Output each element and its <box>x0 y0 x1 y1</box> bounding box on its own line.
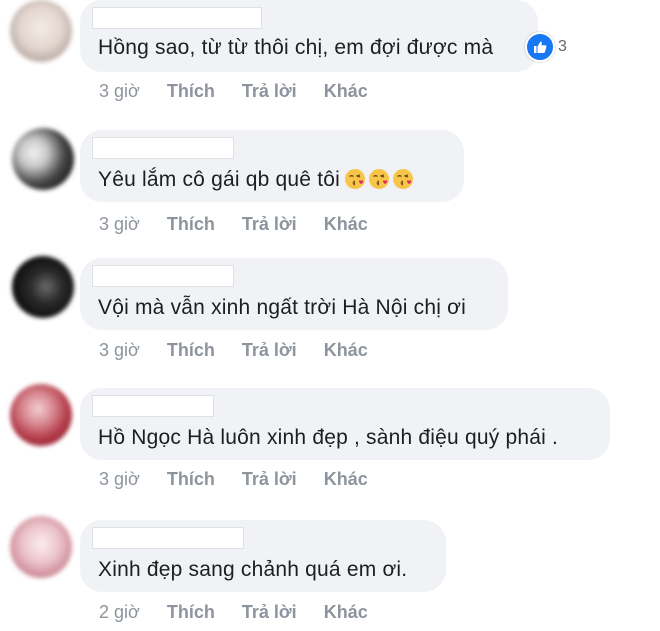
kissing-face-icon <box>369 169 389 189</box>
comment-time[interactable]: 3 giờ <box>99 469 140 490</box>
commenter-name[interactable] <box>92 395 214 417</box>
comment-actions: 3 giờ Thích Trả lời Khác <box>99 469 390 490</box>
commenter-name[interactable] <box>92 137 234 159</box>
reply-link[interactable]: Trả lời <box>242 469 297 490</box>
comment-bubble: Vội mà vẫn xinh ngất trời Hà Nội chị ơi <box>80 258 508 330</box>
reply-link[interactable]: Trả lời <box>242 340 297 361</box>
commenter-name[interactable] <box>92 527 244 549</box>
reaction-count: 3 <box>558 38 567 55</box>
like-icon <box>525 32 555 62</box>
commenter-name[interactable] <box>92 265 234 287</box>
comment-actions: 3 giờ Thích Trả lời Khác <box>99 81 390 102</box>
comment-text: Vội mà vẫn xinh ngất trời Hà Nội chị ơi <box>98 296 466 319</box>
comment-actions: 3 giờ Thích Trả lời Khác <box>99 340 390 361</box>
kissing-face-icon <box>345 169 365 189</box>
reply-link[interactable]: Trả lời <box>242 214 297 235</box>
more-link[interactable]: Khác <box>324 469 368 490</box>
comment-time[interactable]: 3 giờ <box>99 81 140 102</box>
comment-actions: 3 giờ Thích Trả lời Khác <box>99 214 390 235</box>
like-link[interactable]: Thích <box>167 602 215 623</box>
comment-bubble: Hồng sao, từ từ thôi chị, em đợi được mà <box>80 0 538 72</box>
avatar[interactable] <box>10 0 72 62</box>
comment-time[interactable]: 3 giờ <box>99 340 140 361</box>
avatar[interactable] <box>10 384 72 446</box>
avatar[interactable] <box>12 128 74 190</box>
comment-bubble: Yêu lắm cô gái qb quê tôi <box>80 130 464 202</box>
reply-link[interactable]: Trả lời <box>242 602 297 623</box>
comment-text: Hồng sao, từ từ thôi chị, em đợi được mà <box>98 36 494 59</box>
comment-text: Xinh đẹp sang chảnh quá em ơi. <box>98 558 408 581</box>
commenter-name[interactable] <box>92 7 262 29</box>
more-link[interactable]: Khác <box>324 602 368 623</box>
comment-bubble: Xinh đẹp sang chảnh quá em ơi. <box>80 520 446 592</box>
more-link[interactable]: Khác <box>324 81 368 102</box>
like-link[interactable]: Thích <box>167 214 215 235</box>
comment-time[interactable]: 2 giờ <box>99 602 140 623</box>
reply-link[interactable]: Trả lời <box>242 81 297 102</box>
avatar[interactable] <box>10 516 72 578</box>
comment-text: Hồ Ngọc Hà luôn xinh đẹp , sành điệu quý… <box>98 426 559 449</box>
comment-bubble: Hồ Ngọc Hà luôn xinh đẹp , sành điệu quý… <box>80 388 610 460</box>
more-link[interactable]: Khác <box>324 340 368 361</box>
like-link[interactable]: Thích <box>167 81 215 102</box>
kissing-face-icon <box>393 169 413 189</box>
comment-text-content: Yêu lắm cô gái qb quê tôi <box>98 168 340 191</box>
comment-text: Yêu lắm cô gái qb quê tôi <box>98 168 414 192</box>
like-link[interactable]: Thích <box>167 469 215 490</box>
more-link[interactable]: Khác <box>324 214 368 235</box>
comment-actions: 2 giờ Thích Trả lời Khác <box>99 602 390 623</box>
reaction-summary[interactable]: 3 <box>525 32 567 62</box>
emoji-group <box>344 168 414 190</box>
like-link[interactable]: Thích <box>167 340 215 361</box>
avatar[interactable] <box>12 256 74 318</box>
comment-time[interactable]: 3 giờ <box>99 214 140 235</box>
